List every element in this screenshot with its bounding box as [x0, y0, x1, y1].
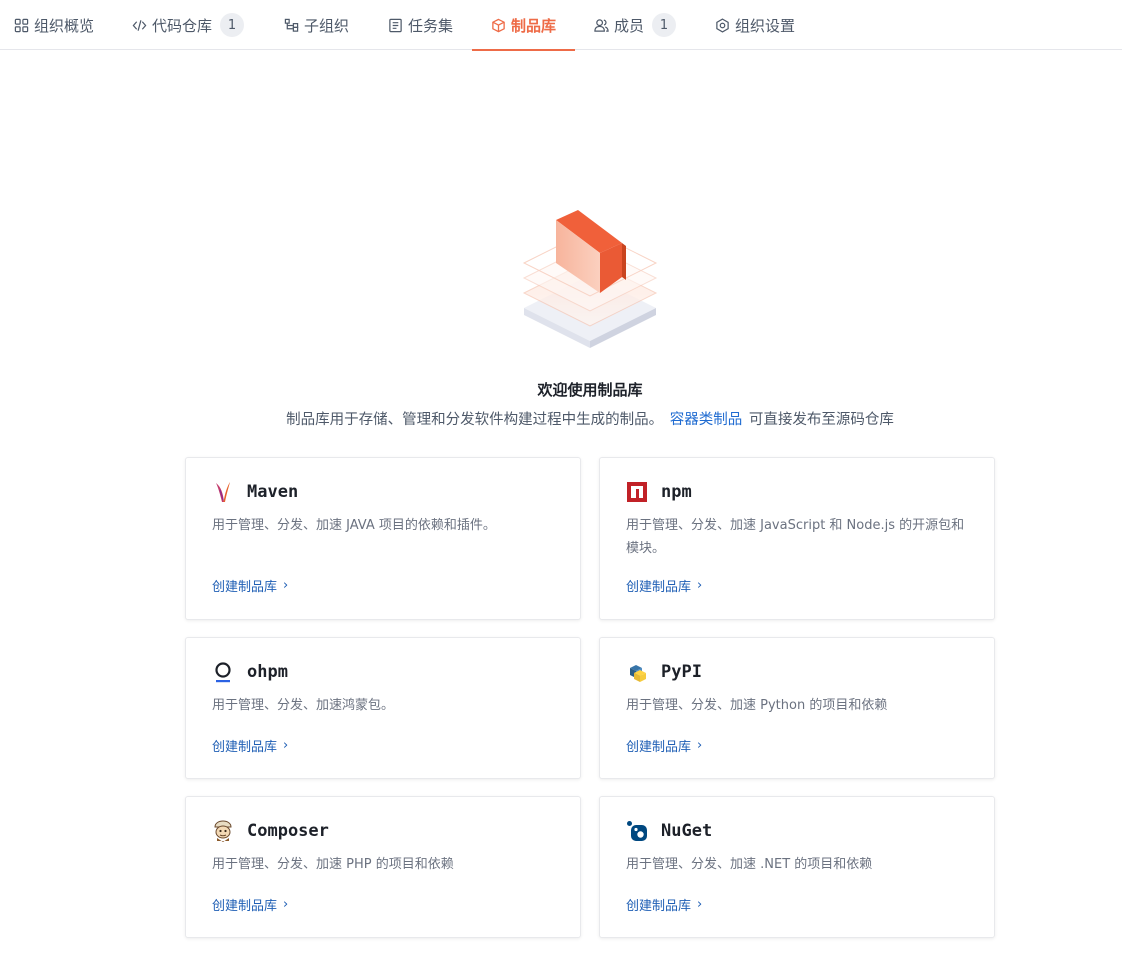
- tab-label: 子组织: [304, 16, 350, 35]
- repo-type-description: 用于管理、分发、加速 PHP 的项目和依赖: [212, 857, 454, 872]
- create-repo-label: 创建制品库: [212, 740, 278, 755]
- pypi-card: PyPI 用于管理、分发、加速 Python 的项目和依赖 创建制品库 ›: [599, 637, 995, 779]
- grid-icon: [13, 17, 29, 33]
- composer-icon: [212, 819, 234, 843]
- welcome-desc-suffix: 可直接发布至源码仓库: [748, 412, 894, 428]
- code-icon: [131, 17, 147, 33]
- create-repo-label: 创建制品库: [212, 899, 278, 914]
- ohpm-card: ohpm 用于管理、分发、加速鸿蒙包。 创建制品库 ›: [185, 637, 581, 779]
- repo-type-name: NuGet: [661, 821, 713, 841]
- create-npm-repo-link[interactable]: 创建制品库 ›: [626, 576, 702, 595]
- maven-feather-icon: [212, 480, 234, 504]
- tab-org-overview[interactable]: 组织概览: [13, 0, 94, 50]
- repo-type-name: Composer: [247, 821, 329, 841]
- package-illustration: [522, 210, 658, 348]
- chevron-right-icon: ›: [283, 578, 289, 593]
- tab-task-sets[interactable]: 任务集: [387, 0, 453, 50]
- tab-label: 组织概览: [34, 16, 95, 35]
- create-maven-repo-link[interactable]: 创建制品库 ›: [212, 576, 288, 595]
- npm-card: npm 用于管理、分发、加速 JavaScript 和 Node.js 的开源包…: [599, 457, 995, 620]
- create-pypi-repo-link[interactable]: 创建制品库 ›: [626, 736, 702, 755]
- chevron-right-icon: ›: [283, 897, 289, 912]
- repo-type-name: npm: [661, 482, 692, 502]
- repo-type-description: 用于管理、分发、加速 Python 的项目和依赖: [626, 698, 888, 713]
- repo-type-name: ohpm: [247, 662, 288, 682]
- tab-code-repos[interactable]: 代码仓库 1: [131, 0, 245, 50]
- tab-label: 任务集: [408, 16, 454, 35]
- repo-type-name: PyPI: [661, 662, 702, 682]
- nuget-icon: [626, 819, 648, 843]
- chevron-right-icon: ›: [697, 897, 703, 912]
- pypi-icon: [626, 660, 648, 684]
- create-repo-label: 创建制品库: [626, 740, 692, 755]
- composer-card: Composer 用于管理、分发、加速 PHP 的项目和依赖 创建制品库 ›: [185, 796, 581, 938]
- chevron-right-icon: ›: [283, 738, 289, 753]
- create-ohpm-repo-link[interactable]: 创建制品库 ›: [212, 736, 288, 755]
- sub-org-icon: [283, 17, 299, 33]
- settings-icon: [714, 17, 730, 33]
- repo-type-description: 用于管理、分发、加速 JavaScript 和 Node.js 的开源包和模块。: [626, 518, 965, 556]
- repo-type-description: 用于管理、分发、加速 .NET 的项目和依赖: [626, 857, 873, 872]
- chevron-right-icon: ›: [697, 738, 703, 753]
- tab-label: 代码仓库: [152, 16, 213, 35]
- chevron-right-icon: ›: [697, 578, 703, 593]
- tab-members[interactable]: 成员 1: [593, 0, 677, 50]
- nuget-card: NuGet 用于管理、分发、加速 .NET 的项目和依赖 创建制品库 ›: [599, 796, 995, 938]
- members-icon: [593, 17, 609, 33]
- repo-type-description: 用于管理、分发、加速 JAVA 项目的依赖和插件。: [212, 518, 496, 533]
- tab-label: 组织设置: [735, 16, 796, 35]
- repo-type-name: Maven: [247, 482, 299, 502]
- artifact-repo-illustration: [0, 205, 1122, 355]
- tab-sub-orgs[interactable]: 子组织: [283, 0, 349, 50]
- welcome-description: 制品库用于存储、管理和分发软件构建过程中生成的制品。 容器类制品 可直接发布至源…: [0, 408, 1122, 429]
- count-badge: 1: [652, 13, 677, 37]
- create-composer-repo-link[interactable]: 创建制品库 ›: [212, 895, 288, 914]
- tab-label: 成员: [614, 16, 645, 35]
- task-list-icon: [387, 17, 403, 33]
- repo-type-description: 用于管理、分发、加速鸿蒙包。: [212, 698, 395, 713]
- count-badge: 1: [220, 13, 245, 37]
- ohpm-icon: [212, 660, 234, 684]
- org-tab-bar: 组织概览 代码仓库 1 子组织 任务集 制品库 成员 1 组织设置: [0, 0, 1122, 51]
- welcome-desc-text: 制品库用于存储、管理和分发软件构建过程中生成的制品。: [286, 412, 664, 428]
- tab-label: 制品库: [511, 16, 557, 35]
- create-repo-label: 创建制品库: [626, 899, 692, 914]
- create-nuget-repo-link[interactable]: 创建制品库 ›: [626, 895, 702, 914]
- npm-icon: [626, 480, 648, 504]
- tab-artifact-repo[interactable]: 制品库: [471, 0, 576, 51]
- tab-org-settings[interactable]: 组织设置: [714, 0, 795, 50]
- welcome-title: 欢迎使用制品库: [537, 381, 643, 399]
- create-repo-label: 创建制品库: [626, 580, 692, 595]
- package-icon: [490, 17, 506, 33]
- create-repo-label: 创建制品库: [212, 580, 278, 595]
- container-artifacts-link[interactable]: 容器类制品: [670, 412, 743, 428]
- maven-card: Maven 用于管理、分发、加速 JAVA 项目的依赖和插件。 创建制品库 ›: [185, 457, 581, 620]
